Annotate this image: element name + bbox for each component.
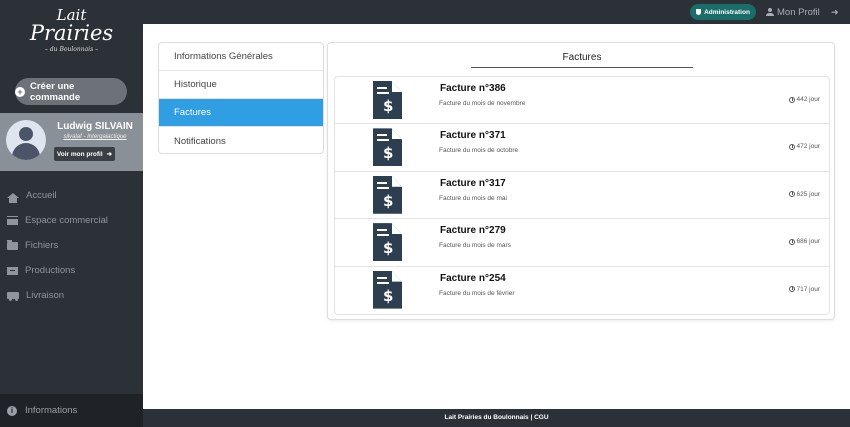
invoice-age-value: 686 jour (796, 238, 821, 246)
invoice-row[interactable]: $ Facture n°386 Facture du mois de novem… (335, 77, 829, 125)
plus-circle-icon: + (15, 86, 25, 97)
invoice-age-value: 717 jour (796, 285, 821, 293)
tab-notifications[interactable]: Notifications (159, 127, 323, 153)
invoices-card: Factures $ Facture n°386 Facture du mois… (327, 42, 835, 320)
my-profile-label: Mon Profil (777, 6, 820, 18)
clock-icon (788, 96, 795, 103)
invoice-row[interactable]: $ Facture n°371 Facture du mois de octob… (335, 124, 829, 172)
invoice-icon: $ (373, 128, 402, 167)
invoice-age: 442 jour (788, 96, 821, 103)
clock-icon (788, 238, 795, 245)
clock-icon (788, 191, 795, 198)
invoice-description: Facture du mois de mars (439, 242, 511, 250)
tab-informations-generales[interactable]: Informations Générales (159, 43, 323, 71)
profile-card: Ludwig SILVAIN silvalaf - Intergalactiqu… (0, 113, 146, 171)
invoice-title: Facture n°371 (440, 130, 506, 142)
invoice-title: Facture n°317 (440, 177, 506, 189)
view-profile-label: Voir mon profil (56, 150, 103, 158)
administration-label: Administration (704, 8, 750, 16)
invoice-title: Facture n°279 (440, 225, 506, 237)
view-profile-button[interactable]: Voir mon profil ➜ (54, 147, 115, 161)
invoice-age-value: 442 jour (796, 96, 821, 103)
invoice-age: 472 jour (788, 143, 821, 151)
invoice-description: Facture du mois de mai (439, 194, 507, 202)
box-icon (7, 266, 18, 275)
invoice-age: 686 jour (788, 238, 821, 246)
sidebar-item-fichiers[interactable]: Fichiers (0, 233, 143, 258)
invoice-age-value: 625 jour (796, 190, 821, 198)
sidebar-item-label: Livraison (26, 290, 65, 301)
sidebar-item-productions[interactable]: Productions (0, 258, 143, 283)
my-profile-link[interactable]: Mon Profil (766, 5, 820, 19)
brand-line-3: – du Boulonnais – (44, 46, 99, 53)
invoice-age: 625 jour (788, 190, 821, 198)
invoice-icon: $ (373, 175, 402, 214)
shield-icon (696, 9, 702, 15)
sidebar-item-label: Accueil (26, 190, 57, 201)
informations-label: Informations (25, 405, 78, 416)
profile-role[interactable]: silvalaf - Intergalactique (50, 134, 140, 140)
brand-logo[interactable]: Lait Prairies – du Boulonnais – (0, 6, 143, 54)
folder-icon (7, 239, 18, 250)
brand-line-2: Prairies (29, 21, 114, 45)
invoice-icon: $ (373, 270, 402, 309)
invoices-title: Factures (471, 52, 693, 68)
footer[interactable]: Lait Prairies du Boulonnais | CGU (143, 409, 850, 427)
administration-button[interactable]: Administration (690, 4, 756, 20)
brand-line-1: Lait (56, 6, 87, 24)
sidebar-item-label: Fichiers (25, 240, 59, 251)
invoice-description: Facture du mois de octobre (439, 147, 519, 155)
profile-name: Ludwig SILVAIN (57, 121, 133, 132)
avatar (6, 120, 46, 160)
invoice-row[interactable]: $ Facture n°254 Facture du mois de févri… (335, 267, 829, 314)
sidebar-item-accueil[interactable]: Accueil (0, 183, 143, 208)
sidebar-nav: Accueil Espace commercial Fichiers Produ… (0, 183, 143, 308)
sidebar-item-livraison[interactable]: Livraison (0, 283, 143, 308)
invoice-icon: $ (373, 223, 402, 262)
informations-link[interactable]: i Informations (0, 394, 143, 427)
clock-icon (788, 286, 795, 293)
sign-out-icon[interactable]: ➜ (831, 7, 841, 17)
invoice-row[interactable]: $ Facture n°279 Facture du mois de mars … (335, 219, 829, 267)
main-content: Informations Générales Historique Factur… (143, 24, 850, 409)
tab-historique[interactable]: Historique (159, 71, 323, 99)
store-icon (7, 216, 18, 225)
sidebar-item-label: Productions (25, 265, 76, 276)
tab-factures[interactable]: Factures (159, 99, 323, 127)
invoice-description: Facture du mois de novembre (439, 100, 526, 107)
top-bar: Administration Mon Profil ➜ (143, 0, 850, 24)
invoice-icon: $ (373, 81, 402, 119)
profile-menu: Informations Générales Historique Factur… (158, 42, 324, 154)
sign-in-icon: ➜ (106, 151, 113, 158)
invoice-age: 717 jour (788, 285, 821, 293)
invoice-description: Facture du mois de février (439, 289, 515, 297)
create-order-button[interactable]: + Créer une commande (15, 78, 127, 105)
invoice-list: $ Facture n°386 Facture du mois de novem… (334, 76, 830, 315)
home-icon (7, 193, 19, 203)
sidebar-item-espace-commercial[interactable]: Espace commercial (0, 208, 143, 233)
info-icon: i (7, 405, 17, 416)
create-order-label: Créer une commande (29, 80, 81, 103)
invoice-age-value: 472 jour (796, 143, 821, 151)
sidebar: Lait Prairies – du Boulonnais – + Créer … (0, 0, 146, 427)
user-icon (766, 8, 774, 16)
clock-icon (788, 143, 795, 150)
invoice-title: Facture n°254 (440, 272, 506, 284)
invoice-row[interactable]: $ Facture n°317 Facture du mois de mai 6… (335, 172, 829, 220)
sidebar-item-label: Espace commercial (25, 215, 108, 226)
invoice-title: Facture n°386 (440, 83, 506, 94)
truck-icon (7, 292, 19, 301)
